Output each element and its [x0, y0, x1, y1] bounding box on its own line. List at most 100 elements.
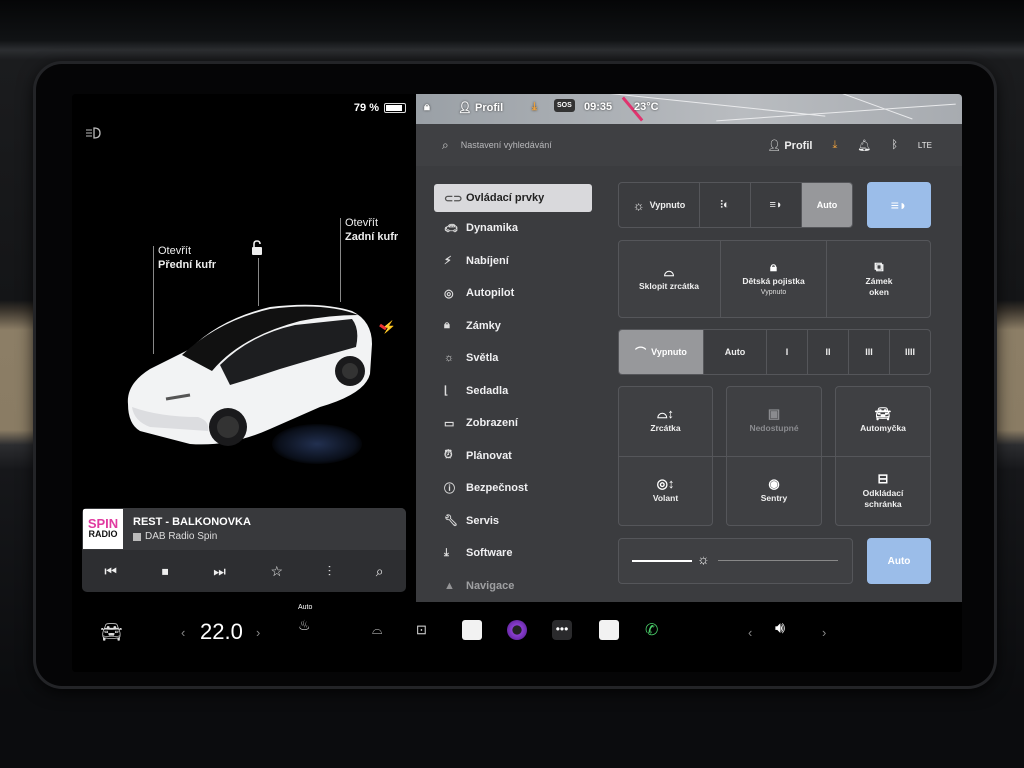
wipers-speed-3[interactable]: III: [849, 330, 890, 374]
nav-label: Sedadla: [466, 384, 509, 397]
brightness-auto-button[interactable]: Auto: [867, 538, 931, 584]
brightness-slider-fill[interactable]: [632, 560, 692, 562]
wipers-speed-2[interactable]: II: [808, 330, 849, 374]
bluetooth-icon[interactable]: ᛒ: [891, 139, 898, 151]
favorite-star-icon[interactable]: ☆: [270, 563, 283, 580]
nav-item-planovat[interactable]: ⏰︎ Plánovat: [434, 440, 592, 473]
frunk-line1: Otevřít: [158, 245, 192, 257]
nav-item-zamky[interactable]: 🔒︎ Zámky: [434, 310, 592, 343]
wiper-mode-selector: ⌒ Vypnuto Auto I II III IIII: [618, 329, 931, 375]
car-icon[interactable]: 🚘︎: [100, 622, 123, 643]
auto-headlight-icon[interactable]: [84, 126, 104, 140]
trunk-line1: Otevřít: [345, 217, 379, 229]
app-launcher-icon[interactable]: [462, 620, 482, 640]
brightness-slider-track[interactable]: [718, 560, 838, 561]
trunk-open-label[interactable]: Otevřít Zadní kufr: [345, 216, 398, 244]
more-apps-icon[interactable]: •••: [552, 620, 572, 640]
steering-wheel-label: Volant: [652, 493, 679, 503]
window-lock-button[interactable]: ⧉ Zámek oken: [827, 240, 931, 318]
next-track-icon[interactable]: ⏭: [213, 563, 226, 580]
steering-wheel-icon: ◎: [444, 287, 454, 300]
bottom-dock: 🚘︎ ‹ 22.0 › Auto ♨ ⌓ ⊡ ••• ✆ ‹ 🔊︎ ›: [72, 602, 962, 672]
auto-high-beam-button[interactable]: ≡◗: [867, 182, 931, 228]
nav-item-ovladaci-prvky[interactable]: ⊂⊃ Ovládací prvky: [434, 184, 592, 212]
sentry-tile[interactable]: ◉ Sentry: [726, 456, 822, 526]
equalizer-icon[interactable]: ⫶: [328, 563, 332, 580]
child-lock-button[interactable]: 🔒︎ Dětská pojistka Vypnuto: [721, 240, 827, 318]
car-icon: 🚗︎: [444, 222, 458, 235]
front-defrost-icon[interactable]: ⌓: [372, 622, 382, 638]
wrench-icon: 🔧︎: [444, 515, 458, 528]
window-lock-label-1: Zámek: [865, 275, 893, 286]
nav-label: Ovládací prvky: [466, 192, 545, 204]
track-title: REST - BALKONOVKA: [133, 516, 251, 528]
sentry-label: Sentry: [760, 493, 788, 503]
car-wash-tile[interactable]: 🚘︎ Automyčka: [835, 386, 931, 456]
low-beam-option[interactable]: ≡◗: [751, 183, 802, 227]
parking-lights-option[interactable]: ⫶◐: [700, 183, 751, 227]
settings-search-bar[interactable]: ⌕ Nastavení vyhledávání 👤︎ Profil ⤓ 🔔︎ ᛒ…: [416, 124, 962, 166]
nav-label: Zobrazení: [466, 417, 518, 430]
status-profile-label: Profil: [475, 102, 504, 114]
cabin-temperature[interactable]: 22.0: [200, 619, 243, 645]
nav-item-nabijeni[interactable]: ⚡︎ Nabíjení: [434, 245, 592, 278]
speaker-volume-icon[interactable]: 🔊︎: [775, 620, 785, 638]
temp-increase-chevron-icon[interactable]: ›: [256, 625, 260, 640]
wipers-speed-1[interactable]: I: [767, 330, 808, 374]
clock: 09:35: [584, 101, 613, 113]
nav-item-sedadla[interactable]: ⌊ Sedadla: [434, 375, 592, 408]
camera-app-icon[interactable]: [507, 620, 527, 640]
wiper-icon: ⌒: [635, 347, 647, 359]
mirrors-tile[interactable]: ⌓↕ Zrcátka: [618, 386, 713, 456]
update-download-icon[interactable]: ⤓: [832, 139, 837, 152]
phone-icon[interactable]: ✆: [645, 620, 658, 640]
lock-status-icon[interactable]: 🔒︎: [424, 101, 430, 114]
vehicle-panel: 79 % Otevřít Přední kufr Otevřít Zadní k…: [72, 94, 416, 602]
nav-item-bezpecnost[interactable]: ⓘ Bezpečnost: [434, 472, 592, 505]
nav-item-dynamika[interactable]: 🚗︎ Dynamika: [434, 212, 592, 245]
nav-item-autopilot[interactable]: ◎ Autopilot: [434, 277, 592, 310]
temp-decrease-chevron-icon[interactable]: ‹: [181, 625, 185, 640]
rear-defrost-icon[interactable]: ⊡: [416, 622, 427, 638]
profile-button[interactable]: 👤︎ Profil: [767, 139, 812, 152]
calendar-app-icon[interactable]: [599, 620, 619, 640]
unavailable-label: Nedostupné: [749, 423, 799, 433]
bell-icon[interactable]: 🔔︎: [857, 139, 871, 152]
volume-up-chevron-icon[interactable]: ›: [822, 625, 826, 640]
sos-button[interactable]: SOS: [554, 99, 575, 112]
headlights-off-option[interactable]: ☼ Vypnuto: [619, 183, 700, 227]
nav-item-servis[interactable]: 🔧︎ Servis: [434, 505, 592, 538]
nav-item-software[interactable]: ⤓ Software: [434, 537, 592, 570]
low-beam-icon: ≡◗: [769, 199, 783, 211]
nav-item-navigace[interactable]: ▲ Navigace: [434, 570, 592, 603]
nav-item-svetla[interactable]: ☼ Světla: [434, 342, 592, 375]
nav-label: Servis: [466, 514, 500, 527]
download-icon[interactable]: ⤓: [532, 101, 537, 114]
stop-icon[interactable]: ⏹: [162, 563, 169, 580]
search-icon[interactable]: ⌕: [376, 563, 384, 580]
battery-icon: [384, 103, 406, 113]
wipers-auto-option[interactable]: Auto: [704, 330, 767, 374]
off-label: Vypnuto: [649, 200, 686, 210]
child-lock-icon: 🔒︎: [770, 258, 777, 274]
nav-item-zobrazeni[interactable]: ▭ Zobrazení: [434, 407, 592, 440]
settings-nav: ⊂⊃ Ovládací prvky 🚗︎ Dynamika ⚡︎ Nabíjení ◎…: [434, 184, 592, 602]
child-lock-state: Vypnuto: [760, 288, 787, 296]
headlights-auto-option[interactable]: Auto: [802, 183, 852, 227]
wipers-speed-4[interactable]: IIII: [890, 330, 930, 374]
glovebox-tile[interactable]: ⊟ Odkládací schránka: [835, 456, 931, 526]
previous-track-icon[interactable]: ⏮: [104, 563, 117, 580]
nav-label: Software: [466, 547, 513, 560]
sun-icon: ☼: [444, 352, 455, 365]
steering-wheel-tile[interactable]: ◎↕ Volant: [618, 456, 713, 526]
frunk-open-label[interactable]: Otevřít Přední kufr: [158, 244, 216, 272]
outside-temp: 23°C: [634, 101, 659, 113]
car-model-image: [127, 304, 387, 446]
status-profile[interactable]: 👤︎ Profil: [458, 101, 503, 114]
fold-mirrors-button[interactable]: ⌓ Sklopit zrcátka: [618, 240, 721, 318]
seat-heater-icon[interactable]: ♨: [298, 617, 311, 634]
unlock-icon[interactable]: [250, 240, 264, 261]
wipers-off-option[interactable]: ⌒ Vypnuto: [619, 330, 704, 374]
volume-down-chevron-icon[interactable]: ‹: [748, 625, 752, 640]
seat-heat-auto-label: Auto: [298, 604, 313, 611]
